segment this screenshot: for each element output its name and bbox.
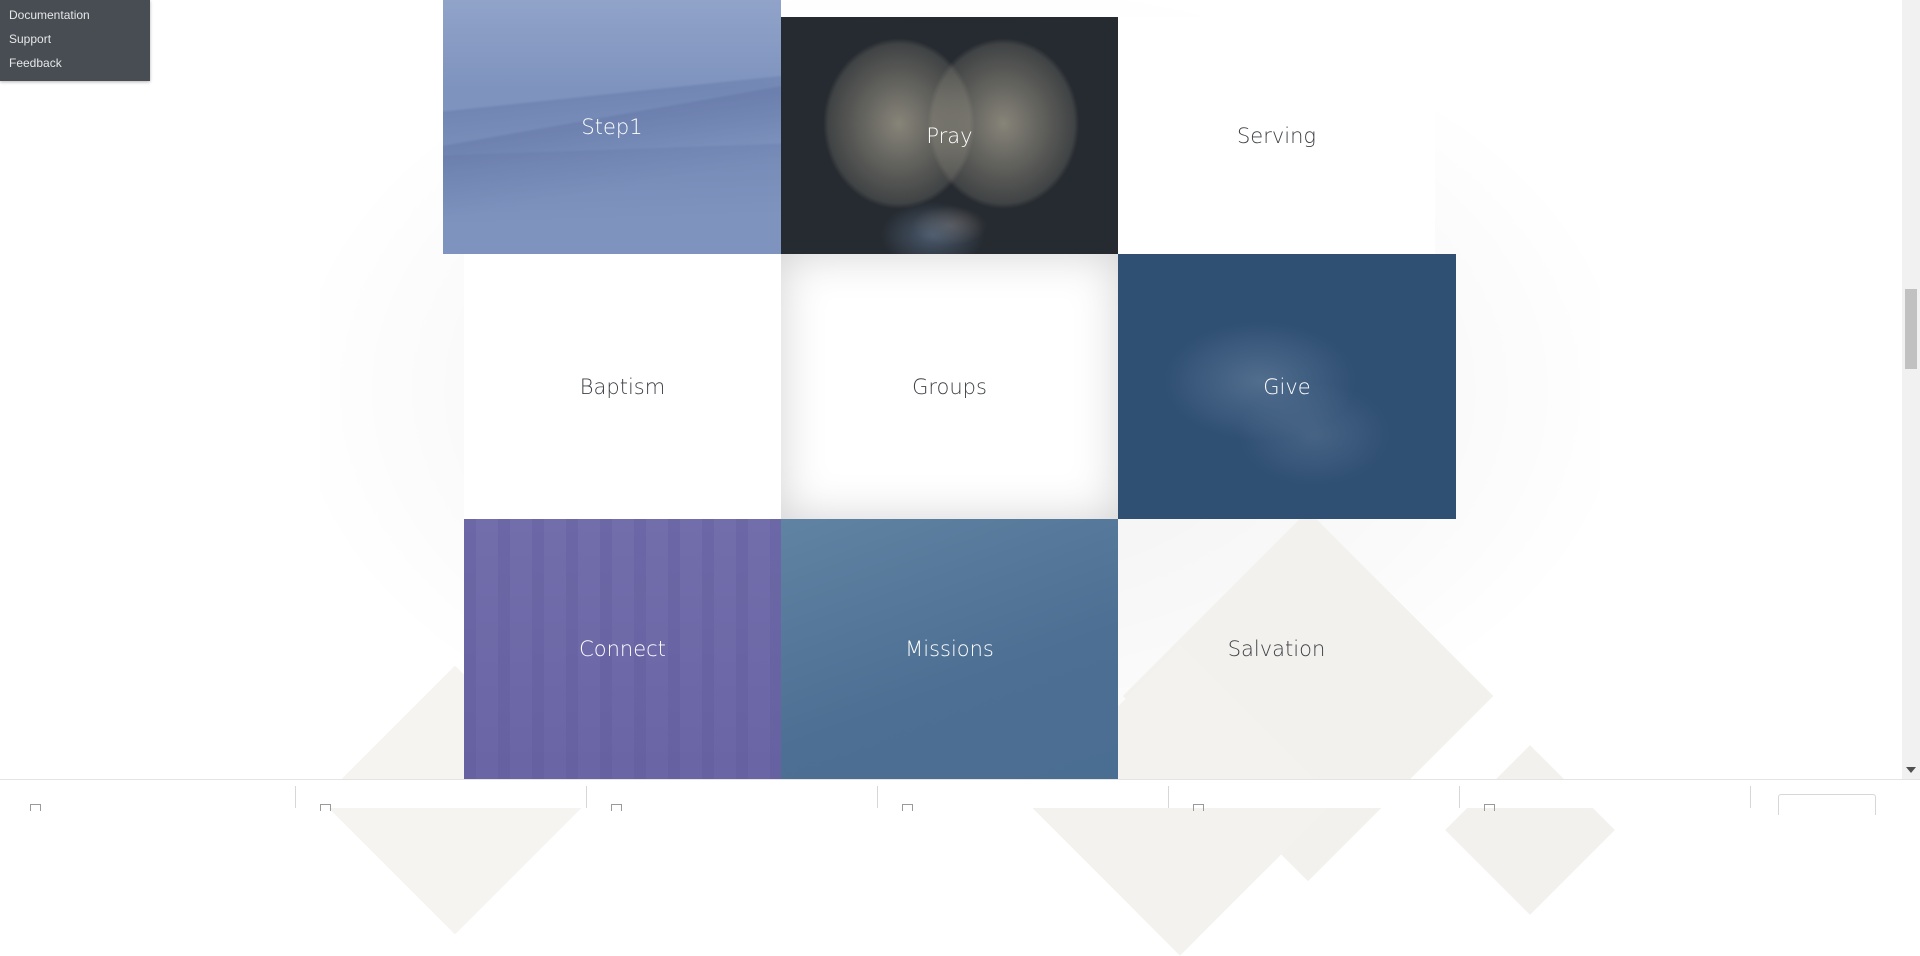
tile-label: Connect bbox=[579, 637, 666, 661]
tile-pray[interactable]: Pray bbox=[781, 17, 1118, 254]
tile-baptism[interactable]: Baptism bbox=[464, 254, 781, 519]
menu-item-support[interactable]: Support bbox=[0, 27, 150, 51]
document-icon bbox=[611, 804, 622, 811]
tile-groups[interactable]: Groups bbox=[781, 254, 1118, 519]
tile-label: Baptism bbox=[579, 374, 666, 399]
divider bbox=[1168, 786, 1169, 808]
tile-give[interactable]: Give bbox=[1118, 254, 1456, 519]
tile-label: Give bbox=[1263, 374, 1311, 399]
divider bbox=[877, 786, 878, 808]
document-icon bbox=[320, 804, 331, 811]
divider bbox=[295, 786, 296, 808]
divider bbox=[1750, 786, 1751, 808]
tile-label: Step1 bbox=[581, 115, 643, 139]
tile-step1[interactable]: Step1 bbox=[443, 0, 781, 254]
bottom-box[interactable] bbox=[1778, 794, 1876, 815]
divider bbox=[586, 786, 587, 808]
tile-missions[interactable]: Missions bbox=[781, 519, 1118, 779]
tile-label: Serving bbox=[1236, 123, 1317, 148]
vertical-scrollbar[interactable] bbox=[1902, 0, 1920, 779]
tile-salvation[interactable]: Salvation bbox=[1118, 519, 1435, 779]
tile-label: Salvation bbox=[1227, 637, 1326, 661]
document-icon bbox=[1484, 804, 1495, 811]
scrollbar-thumb[interactable] bbox=[1905, 289, 1917, 369]
bottom-bar bbox=[0, 779, 1920, 815]
tile-label: Pray bbox=[926, 123, 973, 148]
document-icon bbox=[902, 804, 913, 811]
tile-serving[interactable]: Serving bbox=[1118, 17, 1435, 254]
document-icon bbox=[30, 804, 41, 811]
tile-label: Missions bbox=[905, 637, 994, 661]
dev-menu: Documentation Support Feedback bbox=[0, 0, 150, 81]
tile-connect[interactable]: Connect bbox=[464, 519, 781, 779]
document-icon bbox=[1193, 804, 1204, 811]
menu-item-feedback[interactable]: Feedback bbox=[0, 51, 150, 75]
menu-item-documentation[interactable]: Documentation bbox=[0, 3, 150, 27]
divider bbox=[1459, 786, 1460, 808]
chevron-down-icon[interactable] bbox=[1906, 767, 1916, 773]
tile-label: Groups bbox=[912, 374, 987, 399]
